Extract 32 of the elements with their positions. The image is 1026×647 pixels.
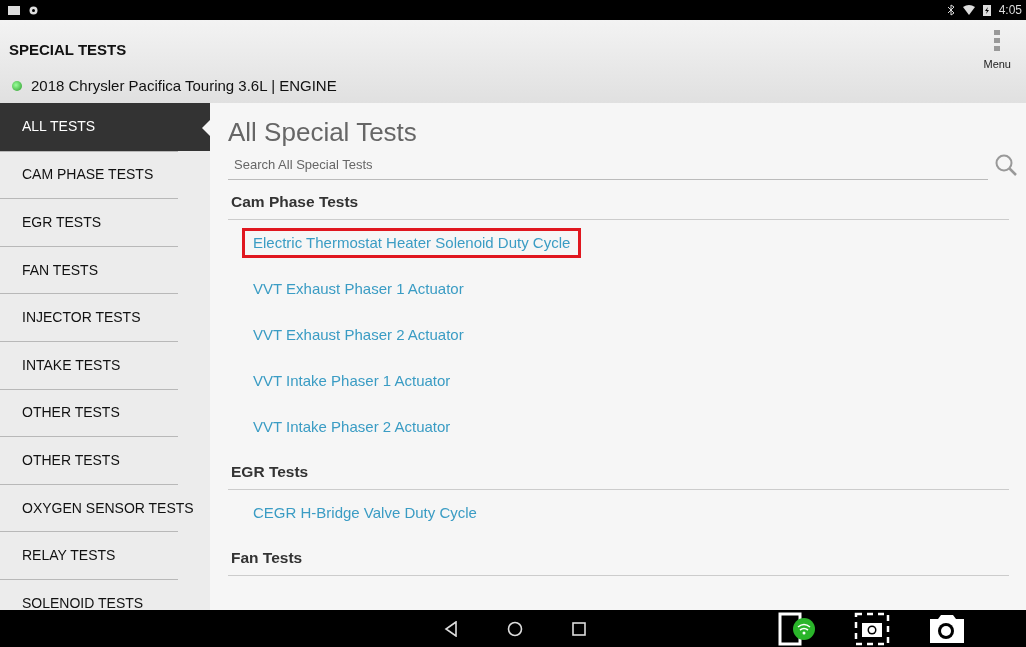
category-tab[interactable]: INJECTOR TESTS bbox=[0, 294, 210, 341]
bluetooth-icon bbox=[946, 4, 955, 16]
camera-icon[interactable] bbox=[928, 612, 966, 645]
category-tab[interactable]: CAM PHASE TESTS bbox=[0, 151, 210, 199]
notification-icon bbox=[8, 5, 20, 15]
wifi-icon bbox=[962, 5, 975, 15]
category-tab[interactable]: EGR TESTS bbox=[0, 199, 210, 246]
category-tab[interactable]: OTHER TESTS bbox=[0, 437, 210, 484]
battery-icon bbox=[982, 4, 991, 16]
section-heading: Fan Tests bbox=[228, 536, 1009, 577]
back-icon[interactable] bbox=[444, 620, 459, 637]
section-title: All Special Tests bbox=[228, 119, 418, 145]
screenshot-icon[interactable] bbox=[854, 611, 890, 646]
vehicle-info: 2018 Chrysler Pacifica Touring 3.6L | ENGINE bbox=[31, 76, 337, 96]
page-title: SPECIAL TESTS bbox=[9, 40, 127, 60]
category-tab[interactable]: SOLENOID TESTS bbox=[0, 579, 210, 610]
gear-icon bbox=[28, 4, 39, 16]
category-tab[interactable]: RELAY TESTS bbox=[0, 532, 210, 579]
clock-time: 4:05 bbox=[998, 2, 1022, 19]
category-tab[interactable]: ALL TESTS bbox=[0, 103, 210, 151]
search-icon[interactable] bbox=[994, 153, 1018, 178]
menu-button[interactable]: Menu bbox=[983, 30, 1011, 73]
category-tab[interactable]: OXYGEN SENSOR TESTS bbox=[0, 484, 210, 532]
tablet-wifi-icon[interactable] bbox=[778, 611, 816, 646]
category-tab[interactable]: INTAKE TESTS bbox=[0, 341, 210, 389]
search-field[interactable]: Search All Special Tests bbox=[228, 151, 988, 180]
section-heading: EGR Tests bbox=[228, 449, 1009, 490]
category-tab[interactable]: FAN TESTS bbox=[0, 246, 210, 294]
section-heading: Cam Phase Tests bbox=[228, 179, 1009, 220]
recent-apps-icon[interactable] bbox=[571, 621, 586, 636]
home-icon[interactable] bbox=[507, 620, 523, 637]
category-tab[interactable]: OTHER TESTS bbox=[0, 389, 210, 437]
